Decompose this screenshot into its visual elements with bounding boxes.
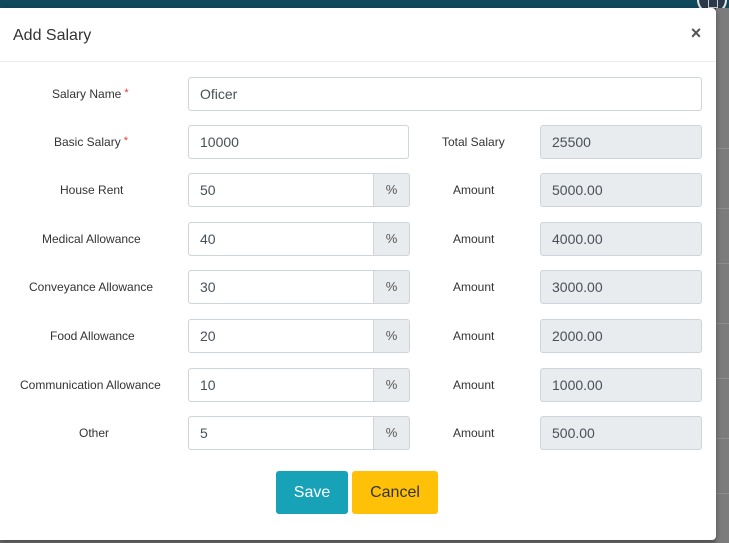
- percent-addon: %: [374, 270, 410, 304]
- salary-name-label: Salary Name *: [52, 87, 129, 101]
- basic-salary-label: Basic Salary *: [54, 135, 128, 149]
- required-marker: *: [124, 87, 129, 99]
- total-salary-label: Total Salary: [442, 135, 505, 149]
- other-amount-field: 500.00: [540, 416, 702, 450]
- modal-title: Add Salary: [13, 27, 92, 44]
- add-salary-modal: Add Salary × Salary Name * Oficer Basic S…: [0, 8, 716, 540]
- amount-label: Amount: [453, 280, 495, 294]
- percent-addon: %: [374, 173, 410, 207]
- medical-allowance-amount-field: 4000.00: [540, 222, 702, 256]
- save-button[interactable]: Save: [276, 471, 348, 514]
- communication-allowance-percent-input[interactable]: 10: [188, 368, 374, 402]
- medical-allowance-percent-input[interactable]: 40: [188, 222, 374, 256]
- required-marker: *: [123, 135, 128, 147]
- house-rent-amount-field: 5000.00: [540, 173, 702, 207]
- amount-label: Amount: [453, 183, 495, 197]
- conveyance-allowance-amount-field: 3000.00: [540, 270, 702, 304]
- percent-addon: %: [374, 319, 410, 353]
- conveyance-allowance-label: Conveyance Allowance: [29, 280, 154, 294]
- background-page: [716, 8, 729, 543]
- house-rent-percent-input[interactable]: 50: [188, 173, 374, 207]
- food-allowance-label: Food Allowance: [50, 329, 135, 343]
- cancel-button[interactable]: Cancel: [352, 471, 438, 514]
- close-icon[interactable]: ×: [686, 23, 706, 43]
- medical-allowance-label: Medical Allowance: [42, 232, 141, 246]
- other-label: Other: [79, 426, 110, 440]
- percent-addon: %: [374, 368, 410, 402]
- communication-allowance-amount-field: 1000.00: [540, 368, 702, 402]
- communication-allowance-label: Communication Allowance: [20, 378, 161, 392]
- amount-label: Amount: [453, 232, 495, 246]
- other-percent-input[interactable]: 5: [188, 416, 374, 450]
- amount-label: Amount: [453, 329, 495, 343]
- percent-addon: %: [374, 416, 410, 450]
- total-salary-field: 25500: [540, 125, 702, 159]
- percent-addon: %: [374, 222, 410, 256]
- salary-name-input[interactable]: Oficer: [188, 77, 702, 111]
- amount-label: Amount: [453, 378, 495, 392]
- house-rent-label: House Rent: [60, 183, 124, 197]
- food-allowance-percent-input[interactable]: 20: [188, 319, 374, 353]
- conveyance-allowance-percent-input[interactable]: 30: [188, 270, 374, 304]
- basic-salary-input[interactable]: 10000: [188, 125, 409, 159]
- modal-header: Add Salary ×: [0, 8, 716, 62]
- amount-label: Amount: [453, 426, 495, 440]
- food-allowance-amount-field: 2000.00: [540, 319, 702, 353]
